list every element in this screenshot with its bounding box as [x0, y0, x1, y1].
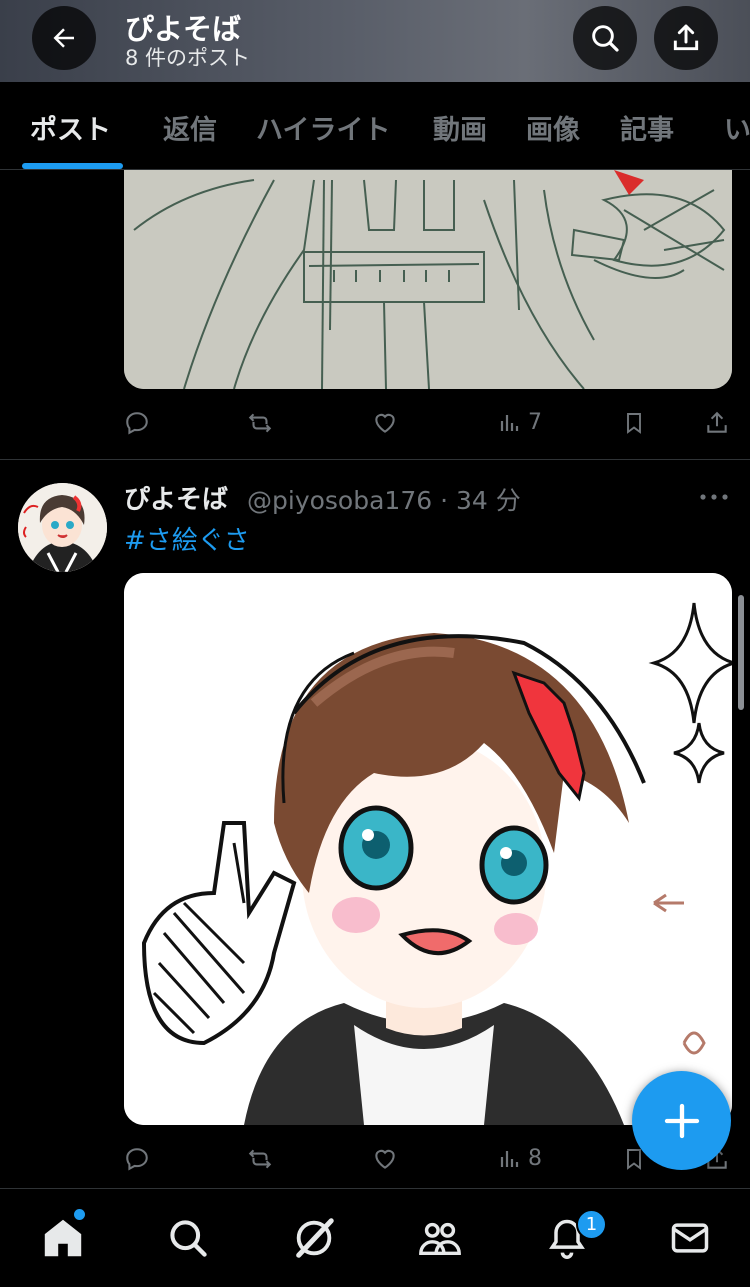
tab-videos[interactable]: 動画 — [433, 108, 487, 147]
sketch-drawing — [124, 170, 732, 389]
profile-header: ぴよそば 8 件のポスト — [0, 0, 750, 82]
display-name[interactable]: ぴよそば — [124, 479, 228, 516]
repost-icon — [248, 1149, 272, 1169]
hashtag-link[interactable]: #さ絵ぐさ — [124, 520, 250, 557]
arrow-left-icon — [53, 28, 74, 48]
nav-search[interactable] — [161, 1211, 215, 1265]
like-button[interactable] — [372, 410, 398, 436]
tab-replies[interactable]: 返信 — [163, 108, 217, 147]
active-tab-indicator — [22, 163, 123, 169]
repost-icon — [248, 413, 272, 433]
share-button[interactable] — [654, 6, 718, 70]
search-button[interactable] — [573, 6, 637, 70]
notification-badge: 1 — [576, 1209, 607, 1240]
views-count: 8 — [528, 1146, 542, 1171]
views-icon — [500, 1150, 519, 1167]
tab-posts[interactable]: ポスト — [30, 108, 111, 147]
views-icon — [500, 414, 519, 431]
like-button[interactable] — [372, 1146, 398, 1172]
tab-articles[interactable]: 記事 — [620, 108, 674, 147]
post-image-sketch[interactable] — [124, 170, 732, 389]
post-count: 8 件のポスト — [125, 46, 251, 70]
share-post-button[interactable] — [704, 410, 730, 436]
tab-highlights[interactable]: ハイライト — [256, 108, 390, 147]
more-icon — [700, 494, 728, 500]
views-button[interactable]: 7 — [498, 410, 542, 435]
nav-grok[interactable] — [287, 1211, 341, 1265]
share-icon — [707, 411, 727, 433]
views-button[interactable]: 8 — [498, 1146, 542, 1171]
search-icon — [170, 1220, 207, 1257]
bottom-navigation: 1 — [0, 1188, 750, 1287]
repost-button[interactable] — [246, 410, 274, 436]
post-divider — [0, 459, 750, 460]
post-image-illustration[interactable] — [124, 573, 732, 1125]
post1-actions: 7 — [124, 410, 734, 450]
more-options-button[interactable] — [698, 484, 730, 510]
search-icon — [592, 25, 619, 52]
heart-icon — [375, 1149, 395, 1169]
reply-icon — [126, 1148, 148, 1171]
illustration-drawing — [124, 573, 732, 1125]
reply-button[interactable] — [124, 1146, 150, 1172]
reply-button[interactable] — [124, 410, 150, 436]
plus-icon — [664, 1103, 699, 1138]
grok-icon — [296, 1218, 334, 1258]
bookmark-icon — [627, 413, 641, 434]
heart-icon — [375, 413, 395, 433]
reply-icon — [126, 412, 148, 435]
avatar-drawing — [18, 483, 107, 572]
handle-and-time[interactable]: @piyosoba176 · 34 分 — [247, 481, 521, 517]
home-icon — [44, 1219, 82, 1257]
views-count: 7 — [528, 410, 542, 435]
nav-messages[interactable] — [663, 1211, 717, 1265]
tab-likes[interactable]: い — [724, 108, 750, 147]
home-unread-dot — [74, 1209, 85, 1220]
profile-tabs: ポスト 返信 ハイライト 動画 画像 記事 い — [0, 82, 750, 170]
scrollbar[interactable] — [738, 595, 744, 710]
share-icon — [673, 24, 699, 51]
nav-communities[interactable] — [413, 1211, 467, 1265]
repost-button[interactable] — [246, 1146, 274, 1172]
bookmark-button[interactable] — [622, 410, 646, 436]
back-button[interactable] — [32, 6, 96, 70]
tab-images[interactable]: 画像 — [526, 108, 580, 147]
compose-post-button[interactable] — [632, 1071, 731, 1170]
mail-icon — [671, 1223, 709, 1253]
avatar[interactable] — [18, 483, 107, 572]
communities-icon — [419, 1222, 461, 1256]
